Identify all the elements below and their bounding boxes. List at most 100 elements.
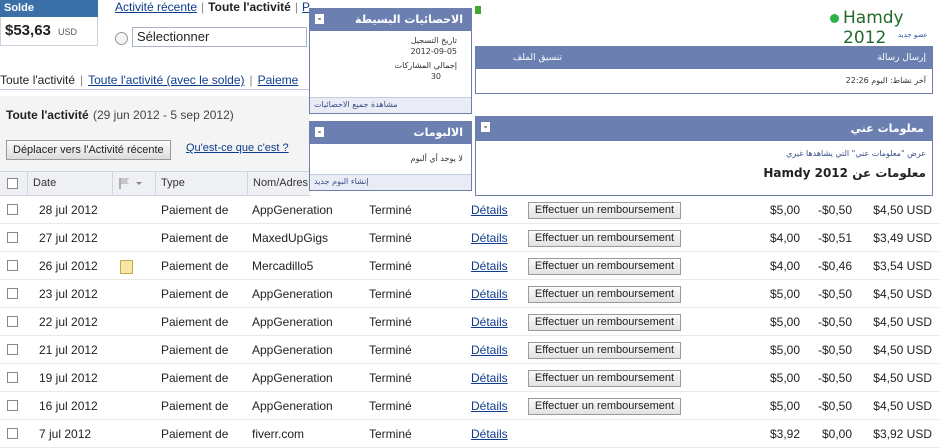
row-name: AppGeneration bbox=[252, 399, 333, 413]
row-name: AppGeneration bbox=[252, 343, 333, 357]
row-gross: $3,92 bbox=[769, 427, 800, 441]
row-gross: $5,00 bbox=[769, 203, 800, 217]
posts-value: 30 bbox=[430, 72, 441, 81]
create-album-link[interactable]: إنشاء البوم جديد bbox=[310, 174, 471, 190]
row-fee: -$0,50 bbox=[817, 399, 852, 413]
row-date: 16 jul 2012 bbox=[39, 399, 98, 413]
send-message-link[interactable]: إرسال رسالة bbox=[877, 47, 926, 69]
row-status: Terminé bbox=[369, 231, 412, 245]
row-checkbox[interactable] bbox=[7, 400, 18, 411]
row-fee: -$0,50 bbox=[817, 315, 852, 329]
refund-button[interactable]: Effectuer un remboursement bbox=[528, 370, 681, 387]
refund-button[interactable]: Effectuer un remboursement bbox=[528, 342, 681, 359]
tab-with-balance[interactable]: Toute l'activité (avec le solde) bbox=[88, 73, 244, 87]
profile-actions-box: إرسال رسالة تنسيق الملف الشخصي آخر نشاط:… bbox=[475, 46, 933, 94]
status-indicator bbox=[475, 6, 481, 14]
details-link[interactable]: Détails bbox=[471, 392, 508, 420]
row-date: 28 jul 2012 bbox=[39, 203, 98, 217]
row-type: Paiement de bbox=[161, 371, 229, 385]
row-checkbox[interactable] bbox=[7, 316, 18, 327]
reg-date-label: تاريخ التسجيل bbox=[410, 36, 457, 45]
row-fee: -$0,51 bbox=[817, 231, 852, 245]
col-type[interactable]: Type bbox=[155, 172, 247, 195]
row-type: Paiement de bbox=[161, 399, 229, 413]
row-checkbox[interactable] bbox=[7, 344, 18, 355]
details-link[interactable]: Détails bbox=[471, 308, 508, 336]
refund-button[interactable]: Effectuer un remboursement bbox=[528, 202, 681, 219]
row-checkbox[interactable] bbox=[7, 372, 18, 383]
table-header: Date Type Nom/Adres bbox=[0, 171, 310, 196]
stats-widget: الاحصائيات البسيطة - تاريخ التسجيل 2012-0… bbox=[309, 8, 472, 114]
row-fee: -$0,50 bbox=[817, 287, 852, 301]
select-dropdown[interactable]: Sélectionner bbox=[132, 27, 307, 47]
online-icon bbox=[830, 14, 839, 23]
tab-payments[interactable]: Paieme bbox=[258, 73, 299, 87]
albums-title: الالبومات bbox=[413, 126, 463, 139]
tab-all-activity[interactable]: Toute l'activité bbox=[208, 0, 291, 14]
tab-all[interactable]: Toute l'activité bbox=[0, 73, 75, 87]
refund-button[interactable]: Effectuer un remboursement bbox=[528, 286, 681, 303]
col-name[interactable]: Nom/Adres bbox=[247, 172, 310, 195]
stats-widget-header: الاحصائيات البسيطة - bbox=[310, 9, 471, 31]
details-link[interactable]: Détails bbox=[471, 336, 508, 364]
col-flag[interactable] bbox=[112, 172, 155, 195]
collapse-icon[interactable]: - bbox=[315, 14, 324, 24]
refund-button[interactable]: Effectuer un remboursement bbox=[528, 398, 681, 415]
details-link[interactable]: Détails bbox=[471, 364, 508, 392]
row-status: Terminé bbox=[369, 371, 412, 385]
note-icon[interactable] bbox=[120, 260, 133, 274]
about-link[interactable]: عرض "معلومات عني" التي يشاهدها غيري bbox=[476, 141, 932, 166]
row-status: Terminé bbox=[369, 287, 412, 301]
details-link[interactable]: Détails bbox=[471, 224, 508, 252]
collapse-icon[interactable]: - bbox=[315, 127, 324, 137]
select-radio[interactable] bbox=[115, 32, 128, 45]
row-net: $3,92 USD bbox=[873, 427, 932, 441]
row-gross: $5,00 bbox=[769, 287, 800, 301]
row-date: 23 jul 2012 bbox=[39, 287, 98, 301]
refund-button[interactable]: Effectuer un remboursement bbox=[528, 230, 681, 247]
reg-date-value: 2012-09-05 bbox=[410, 47, 458, 56]
select-all-checkbox[interactable] bbox=[7, 178, 18, 189]
profile-name: Hamdy 2012 bbox=[843, 8, 904, 48]
details-link[interactable]: Détails bbox=[471, 420, 508, 448]
balance-currency: USD bbox=[58, 27, 78, 37]
collapse-icon[interactable]: - bbox=[481, 122, 490, 132]
row-type: Paiement de bbox=[161, 343, 229, 357]
tab-recent-activity[interactable]: Activité récente bbox=[115, 0, 197, 14]
stats-all-link[interactable]: مشاهدة جميع الاحصائيات bbox=[310, 97, 471, 113]
whatis-link[interactable]: Qu'est-ce que c'est ? bbox=[186, 142, 289, 154]
row-date: 7 jul 2012 bbox=[39, 427, 92, 441]
row-fee: -$0,50 bbox=[817, 343, 852, 357]
activity-tabs: Toute l'activité | Toute l'activité (avec … bbox=[0, 73, 299, 87]
format-profile-link[interactable]: تنسيق الملف الشخصي bbox=[476, 47, 562, 91]
row-checkbox[interactable] bbox=[7, 288, 18, 299]
row-gross: $5,00 bbox=[769, 343, 800, 357]
posts-label: إجمالي المشاركات bbox=[394, 61, 457, 70]
row-type: Paiement de bbox=[161, 231, 229, 245]
row-checkbox[interactable] bbox=[7, 232, 18, 243]
refund-button[interactable]: Effectuer un remboursement bbox=[528, 314, 681, 331]
row-checkbox[interactable] bbox=[7, 204, 18, 215]
albums-widget-header: الالبومات - bbox=[310, 122, 471, 144]
table-row: 26 jul 2012 Paiement de Mercadillo5 Terminé… bbox=[0, 252, 939, 280]
row-net: $4,50 USD bbox=[873, 343, 932, 357]
row-type: Paiement de bbox=[161, 315, 229, 329]
table-row: 7 jul 2012 Paiement de fiverr.com Terminé Dé… bbox=[0, 420, 939, 448]
row-name: MaxedUpGigs bbox=[252, 231, 329, 245]
details-link[interactable]: Détails bbox=[471, 196, 508, 224]
albums-empty: لا يوجد أي ألبوم bbox=[410, 154, 463, 163]
row-status: Terminé bbox=[369, 427, 412, 441]
move-to-recent-button[interactable]: Déplacer vers l'Activité récente bbox=[6, 140, 171, 160]
row-gross: $4,00 bbox=[769, 259, 800, 273]
row-checkbox[interactable] bbox=[7, 428, 18, 439]
flag-icon bbox=[119, 178, 142, 189]
row-date: 27 jul 2012 bbox=[39, 231, 98, 245]
details-link[interactable]: Détails bbox=[471, 280, 508, 308]
col-date[interactable]: Date bbox=[27, 172, 112, 195]
row-fee: $0,00 bbox=[821, 427, 852, 441]
row-checkbox[interactable] bbox=[7, 260, 18, 271]
details-link[interactable]: Détails bbox=[471, 252, 508, 280]
table-row: 22 jul 2012 Paiement de AppGeneration Termi… bbox=[0, 308, 939, 336]
refund-button[interactable]: Effectuer un remboursement bbox=[528, 258, 681, 275]
row-net: $4,50 USD bbox=[873, 315, 932, 329]
